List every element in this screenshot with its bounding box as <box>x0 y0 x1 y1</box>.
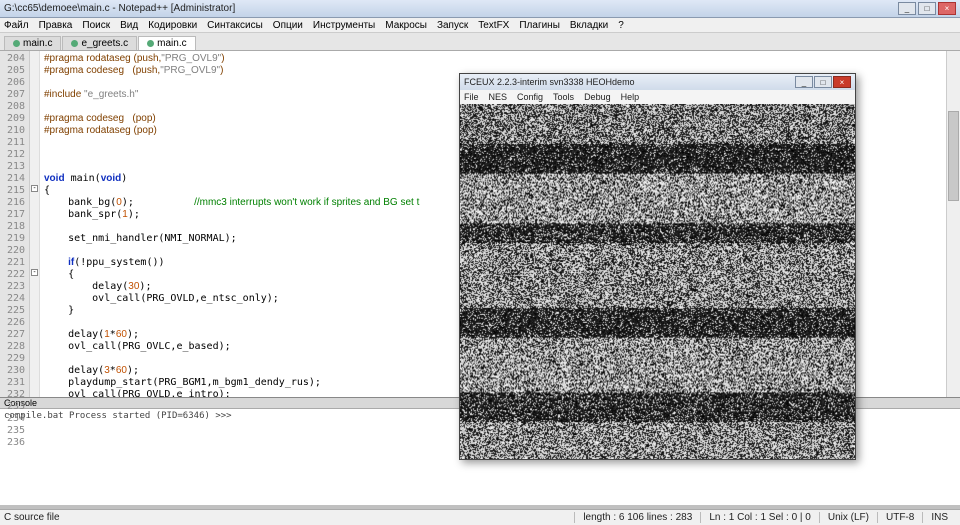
emulator-minimize-button[interactable]: _ <box>795 76 813 88</box>
emulator-menu-item[interactable]: Debug <box>584 92 611 102</box>
close-button[interactable]: × <box>938 2 956 15</box>
vertical-scrollbar[interactable] <box>946 51 960 397</box>
status-eol: Unix (LF) <box>819 512 877 523</box>
emulator-menu-item[interactable]: Help <box>621 92 640 102</box>
menu-item[interactable]: Поиск <box>82 20 110 31</box>
minimize-button[interactable]: _ <box>898 2 916 15</box>
emulator-menu-item[interactable]: Tools <box>553 92 574 102</box>
status-filetype: C source file <box>4 512 60 523</box>
menu-item[interactable]: TextFX <box>478 20 509 31</box>
tab-bar: main.ce_greets.cmain.c <box>0 33 960 51</box>
menu-item[interactable]: Файл <box>4 20 29 31</box>
fold-toggle[interactable]: - <box>31 185 38 192</box>
fold-margin: -- <box>30 51 40 397</box>
status-insert: INS <box>922 512 956 523</box>
menu-item[interactable]: Правка <box>39 20 73 31</box>
emulator-close-button[interactable]: × <box>833 76 851 88</box>
emulator-maximize-button[interactable]: □ <box>814 76 832 88</box>
menu-item[interactable]: ? <box>618 20 624 31</box>
status-position: Ln : 1 Col : 1 Sel : 0 | 0 <box>700 512 819 523</box>
emulator-menu-item[interactable]: NES <box>489 92 508 102</box>
status-length: length : 6 106 lines : 283 <box>574 512 700 523</box>
emulator-window[interactable]: FCEUX 2.2.3-interim svn3338 HEOHdemo _ □… <box>459 73 856 460</box>
menu-item[interactable]: Запуск <box>437 20 468 31</box>
emulator-title-text: FCEUX 2.2.3-interim svn3338 HEOHdemo <box>464 77 635 87</box>
menu-item[interactable]: Макросы <box>385 20 427 31</box>
tab[interactable]: main.c <box>4 36 61 50</box>
emulator-title-bar[interactable]: FCEUX 2.2.3-interim svn3338 HEOHdemo _ □… <box>460 74 855 90</box>
emulator-menu-bar: File NES Config Tools Debug Help <box>460 90 855 104</box>
emulator-display <box>460 104 855 459</box>
maximize-button[interactable]: □ <box>918 2 936 15</box>
emulator-menu-item[interactable]: File <box>464 92 479 102</box>
line-number-gutter: 204 205 206 207 208 209 210 211 212 213 … <box>0 51 30 397</box>
status-encoding: UTF-8 <box>877 512 922 523</box>
menu-item[interactable]: Плагины <box>519 20 560 31</box>
menu-bar: Файл Правка Поиск Вид Кодировки Синтаксисы Опц… <box>0 18 960 33</box>
scrollbar-thumb[interactable] <box>948 111 959 201</box>
menu-item[interactable]: Опции <box>273 20 303 31</box>
fold-toggle[interactable]: - <box>31 269 38 276</box>
tab[interactable]: main.c <box>138 36 195 50</box>
tab[interactable]: e_greets.c <box>62 36 137 50</box>
emulator-menu-item[interactable]: Config <box>517 92 543 102</box>
menu-item[interactable]: Инструменты <box>313 20 375 31</box>
menu-item[interactable]: Синтаксисы <box>207 20 263 31</box>
title-text: G:\cc65\demoee\main.c - Notepad++ [Admin… <box>4 3 235 14</box>
menu-item[interactable]: Вид <box>120 20 138 31</box>
title-bar: G:\cc65\demoee\main.c - Notepad++ [Admin… <box>0 0 960 18</box>
status-bar: C source file length : 6 106 lines : 283… <box>0 509 960 525</box>
menu-item[interactable]: Кодировки <box>148 20 197 31</box>
menu-item[interactable]: Вкладки <box>570 20 608 31</box>
